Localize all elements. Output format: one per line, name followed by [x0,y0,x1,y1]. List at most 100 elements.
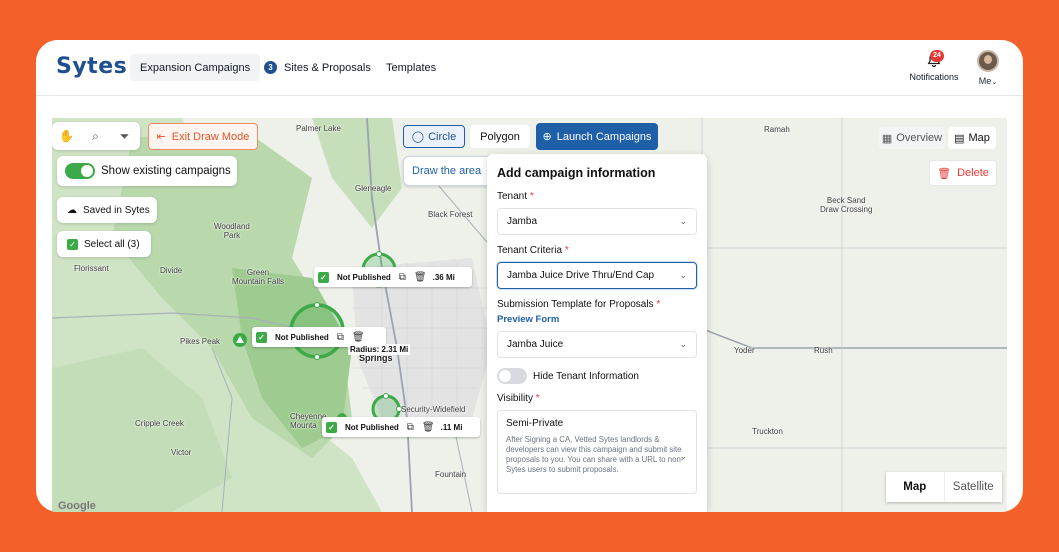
exit-draw-mode-button[interactable]: ⇤ Exit Draw Mode [148,123,258,150]
nav-expansion-campaigns[interactable]: Expansion Campaigns [130,54,261,81]
place-rush: Rush [814,346,833,355]
trash-icon[interactable]: 🗑 [352,332,365,343]
hide-tenant-info-row[interactable]: Hide Tenant Information [497,368,697,384]
exit-icon: ⇤ [156,131,166,143]
nav-sites-proposals[interactable]: 3 Sites & Proposals [254,54,381,81]
place-victor: Victor [171,448,192,457]
circle-tool-button[interactable]: ◯ Circle [403,125,465,148]
template-value: Jamba Juice [507,339,564,350]
select-all-label: Select all (3) [84,238,140,250]
preview-form-link[interactable]: Preview Form [497,314,697,325]
chevron-down-icon: ⌄ [679,270,687,280]
draw-hint-text: Draw the area [412,165,482,177]
nav-label: Templates [386,61,437,74]
overview-toggle[interactable]: ▦ Overview [879,127,945,149]
place-truckton: Truckton [752,427,783,436]
map-type-map[interactable]: Map [886,472,944,502]
sytes-logo[interactable]: Sytes [56,54,127,79]
notifications-button[interactable]: 24 Notifications [905,50,963,90]
map-toggle[interactable]: ▤ Map [948,127,996,149]
cloud-icon: ☁ [67,204,77,216]
top-header: Sytes Expansion Campaigns 3 Sites & Prop… [36,40,1023,96]
show-existing-label: Show existing campaigns [101,165,231,177]
polygon-label: Polygon [480,130,520,143]
place-yoder: Yoder [734,346,755,355]
circle-icon: ◯ [411,131,425,143]
place-ramah: Ramah [764,125,790,134]
hide-tenant-label: Hide Tenant Information [533,370,639,382]
hide-tenant-toggle[interactable] [497,368,527,384]
map-type-switcher: Map Satellite [886,472,1002,502]
place-beck-sand-draw: Beck Sand Draw Crossing [820,196,873,214]
chevron-down-icon: ⌄ [679,451,687,461]
site-tag[interactable]: ✓ Not Published ⧉ 🗑 .36 Mi [314,267,472,287]
select-all-checkbox[interactable]: ✓ Select all (3) [57,231,151,257]
tenant-label: Tenant * [497,191,534,202]
site-checkbox[interactable]: ✓ [326,421,337,433]
place-security-widefield: Security-Widefield [401,405,466,414]
place-cripple-creek: Cripple Creek [135,419,184,428]
visibility-value: Semi-Private [506,418,564,429]
trash-icon[interactable]: 🗑 [414,272,427,283]
site-distance: .36 Mi [432,272,455,282]
chevron-down-icon: ⌄ [991,79,998,86]
visibility-select[interactable]: Semi-Private After Signing a CA, Vetted … [497,410,697,494]
search-icon[interactable]: ⌕ [81,129,110,144]
tenant-criteria-select[interactable]: Jamba Juice Drive Thru/End Cap ⌄ [497,262,697,289]
map-type-satellite[interactable]: Satellite [943,472,1003,502]
site-status: Not Published [337,272,391,282]
trash-icon[interactable]: 🗑 [422,422,435,433]
google-attribution: Google [58,500,96,512]
chevron-down-icon: ⌄ [679,216,687,226]
copy-icon[interactable]: ⧉ [337,332,344,343]
nav-label: Expansion Campaigns [140,61,251,74]
nav-templates[interactable]: Templates [376,54,446,81]
campaign-info-panel: Add campaign information Tenant * Jamba … [487,154,707,512]
copy-icon[interactable]: ⧉ [407,422,414,433]
chevron-down-icon: ⌄ [679,339,687,349]
submission-template-label: Submission Template for Proposals * [497,299,661,310]
criteria-value: Jamba Juice Drive Thru/End Cap [507,270,655,281]
place-florissant: Florissant [74,264,109,273]
place-divide: Divide [160,266,183,275]
copy-icon[interactable]: ⧉ [399,272,406,283]
site-status: Not Published [345,422,399,432]
user-menu[interactable]: Me⌄ [974,50,1002,86]
tenant-criteria-label: Tenant Criteria * [497,245,569,256]
draw-area-hint: Draw the area [403,156,493,186]
site-checkbox[interactable]: ✓ [318,271,329,283]
circle-label: Circle [428,130,457,143]
visibility-label: Visibility * [497,393,540,404]
delete-button[interactable]: 🗑 Delete [929,160,997,186]
notifications-label: Notifications [909,72,959,82]
hand-icon[interactable]: ✋ [52,129,81,143]
launch-campaigns-button[interactable]: ⊕ Launch Campaigns [536,123,658,150]
app-window: Sytes Expansion Campaigns 3 Sites & Prop… [36,40,1023,512]
site-checkbox[interactable]: ✓ [256,331,267,343]
site-radius: Radius: 2.31 Mi [348,344,411,355]
place-pikes-peak: Pikes Peak [180,337,221,346]
polygon-tool-button[interactable]: Polygon [470,125,530,148]
place-palmer-lake: Palmer Lake [296,124,341,133]
submission-template-select[interactable]: Jamba Juice ⌄ [497,331,697,358]
place-cheyenne-mountain: Cheyenne Mounta [290,412,327,430]
tenant-value: Jamba [507,216,538,227]
show-existing-campaigns-toggle[interactable]: Show existing campaigns [57,156,237,186]
avatar [977,50,999,72]
saved-in-sytes-filter[interactable]: ☁ Saved in Sytes [57,197,157,223]
map-icon: ▤ [954,132,965,145]
site-tag[interactable]: ✓ Not Published ⧉ 🗑 .11 Mi [322,417,480,437]
map-label: Map [968,132,990,144]
visibility-description: After Signing a CA, Vetted Sytes landlor… [506,435,684,474]
place-black-forest: Black Forest [428,210,473,219]
toggle-switch[interactable] [65,163,95,179]
place-fountain: Fountain [435,470,467,479]
place-woodland-park: Woodland Park [214,222,250,240]
tenant-select[interactable]: Jamba ⌄ [497,208,697,235]
sites-count-badge: 3 [264,61,277,74]
filter-icon[interactable]: ⏷ [110,129,139,144]
site-status: Not Published [275,332,329,342]
panel-title: Add campaign information [497,166,656,180]
draw-tools: ✋ ⌕ ⏷ [52,122,140,150]
grid-icon: ▦ [881,132,893,145]
